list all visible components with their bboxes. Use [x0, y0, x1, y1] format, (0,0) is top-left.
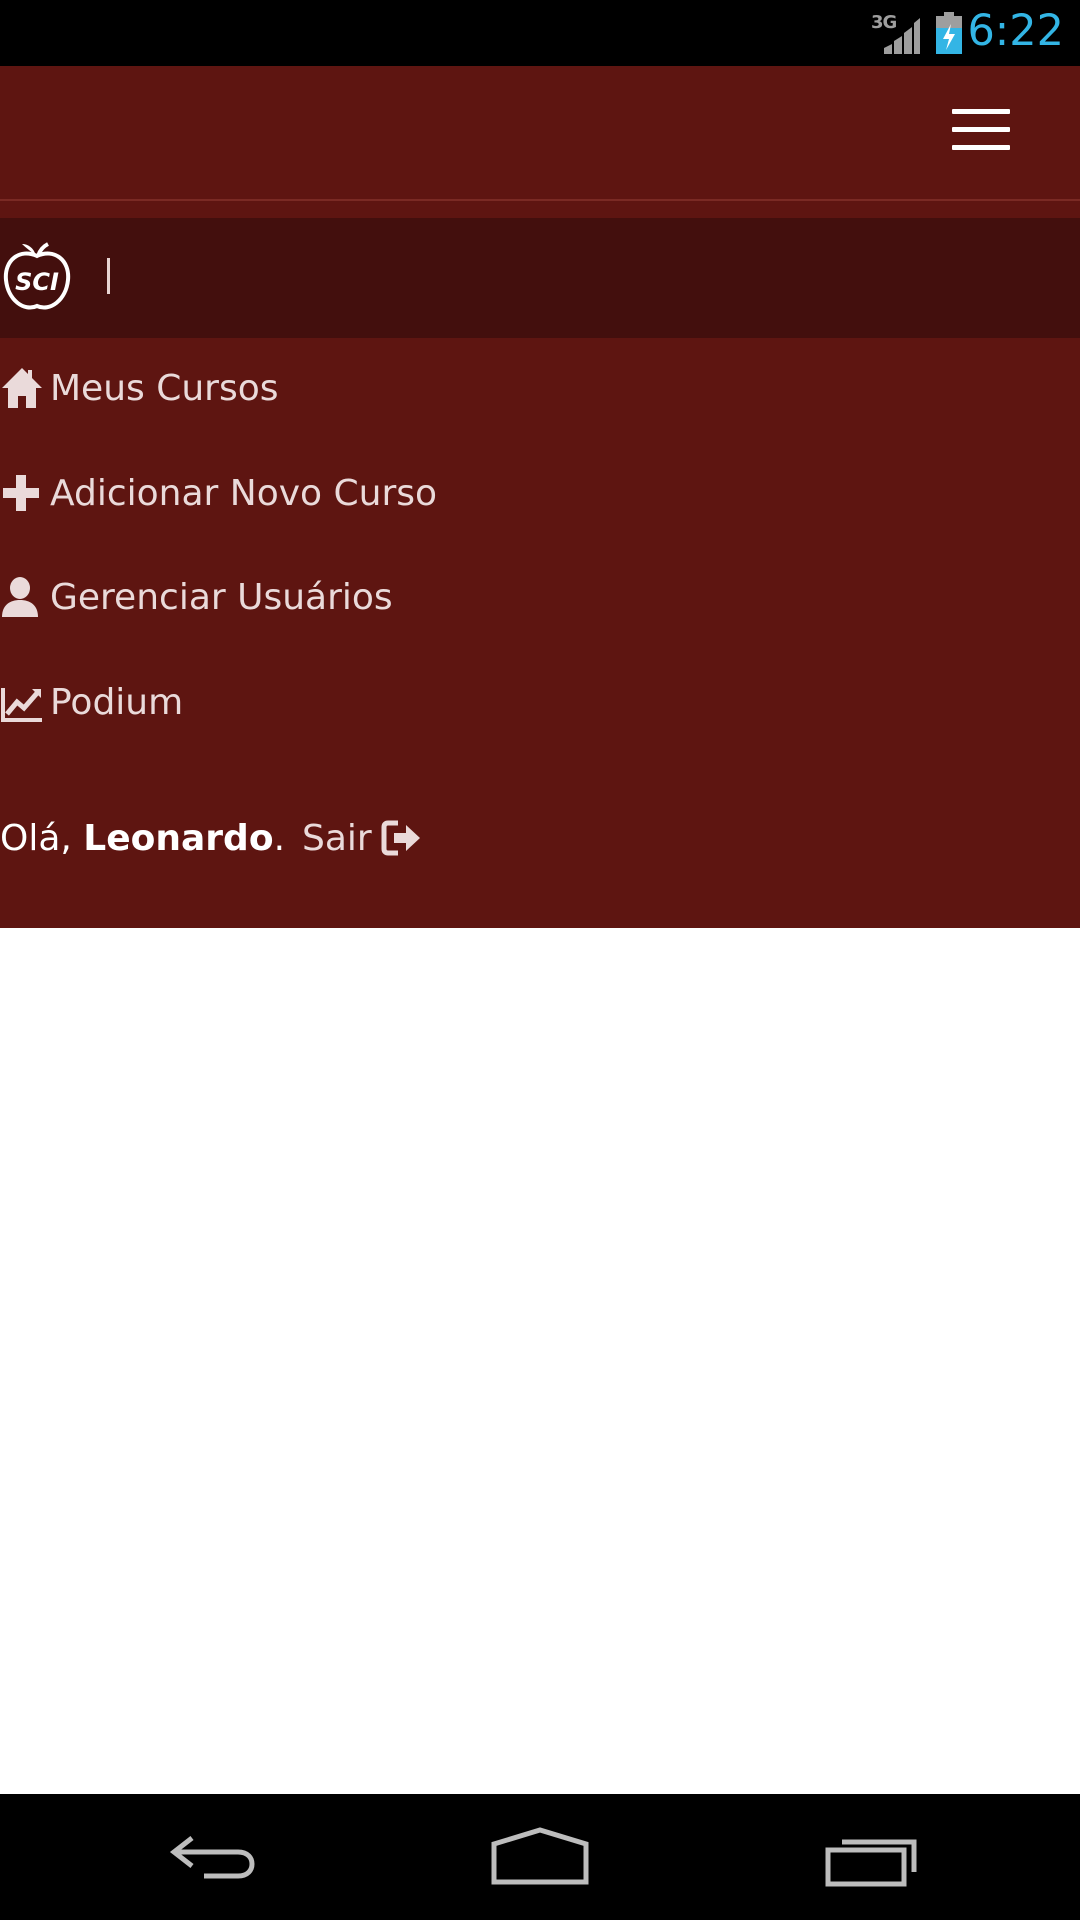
recent-apps-icon[interactable] — [822, 1824, 922, 1894]
battery-charging-icon — [934, 12, 964, 54]
nav-item-meus-cursos[interactable]: Meus Cursos — [0, 358, 279, 418]
home-icon — [0, 366, 44, 410]
nav-item-label: Gerenciar Usuários — [50, 576, 393, 618]
nav-item-adicionar-novo-curso[interactable]: Adicionar Novo Curso — [0, 463, 437, 523]
logo-text: SCI — [15, 268, 59, 296]
nav-item-gerenciar-usuarios[interactable]: Gerenciar Usuários — [0, 567, 393, 627]
greeting-suffix: . — [273, 817, 286, 859]
greeting-prefix: Olá, — [0, 817, 72, 859]
hamburger-icon[interactable] — [952, 109, 1012, 153]
sign-out-icon — [380, 817, 422, 859]
nav-menu: Meus Cursos Adicionar Novo Curso Gerenci… — [0, 338, 1080, 928]
status-clock: 6:22 — [967, 6, 1064, 56]
app-header — [0, 66, 1080, 201]
nav-item-label: Podium — [50, 681, 184, 723]
user-greeting: Olá, Leonardo. — [0, 808, 285, 868]
nav-item-label: Adicionar Novo Curso — [50, 472, 438, 514]
android-nav-bar — [0, 1794, 1080, 1920]
nav-item-label: Meus Cursos — [50, 367, 279, 409]
logout-label: Sair — [302, 817, 372, 859]
brand-divider — [107, 258, 110, 294]
back-icon[interactable] — [160, 1824, 260, 1894]
signal-icon — [882, 14, 920, 54]
status-bar: 3G 6:22 — [0, 0, 1080, 66]
header-spacer — [0, 201, 1080, 218]
chart-line-icon — [0, 680, 44, 724]
apple-logo-icon[interactable]: SCI — [0, 240, 74, 314]
plus-icon — [0, 471, 44, 515]
nav-item-podium[interactable]: Podium — [0, 672, 183, 732]
user-name: Leonardo — [83, 817, 274, 859]
home-button-icon[interactable] — [490, 1824, 590, 1894]
user-icon — [0, 575, 44, 619]
logout-button[interactable]: Sair — [302, 808, 422, 868]
brand-bar: SCI — [0, 218, 1080, 338]
